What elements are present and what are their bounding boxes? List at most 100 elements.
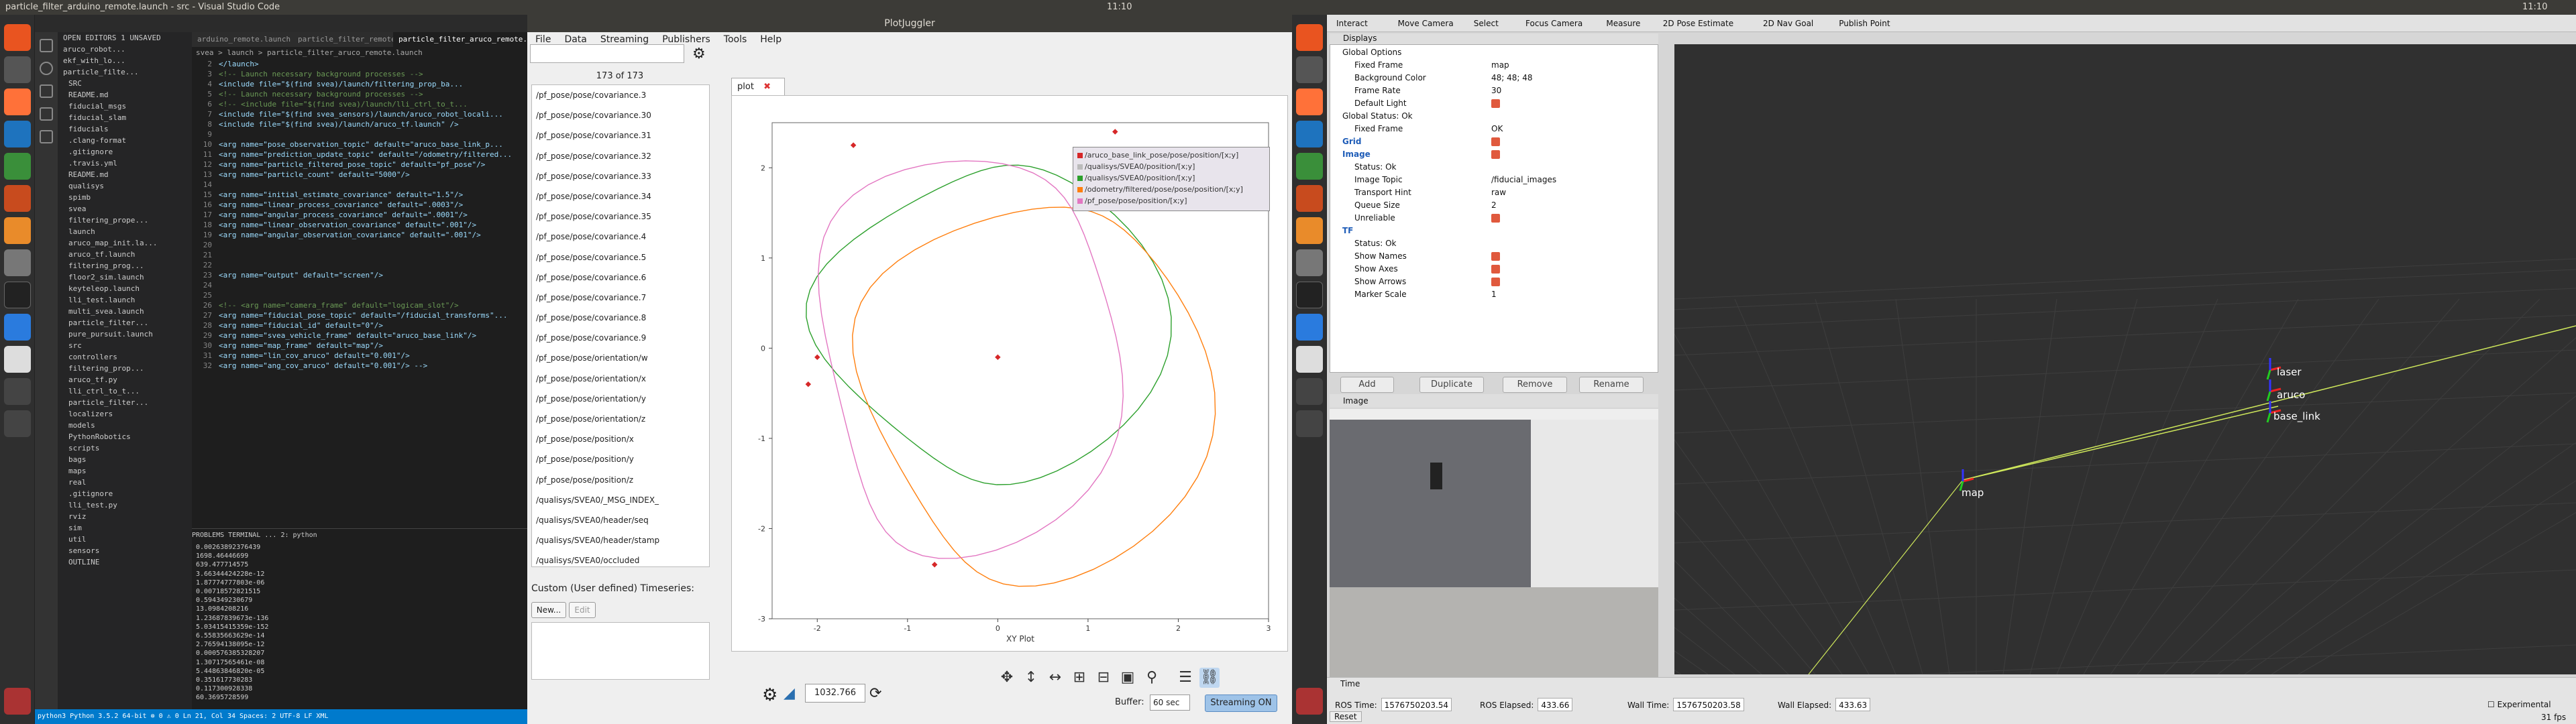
display-property-row[interactable]: Transport Hint raw — [1330, 186, 1646, 199]
display-property-row[interactable]: Grid — [1330, 135, 1646, 148]
sidebar-item[interactable]: aruco_tf.launch — [58, 249, 192, 260]
code-line[interactable]: <!-- <include file="$(find svea)/launch/… — [219, 99, 468, 109]
writer-icon[interactable] — [1296, 121, 1323, 147]
display-property-row[interactable]: Status: Ok — [1330, 161, 1646, 174]
code-editor[interactable]: 2 </launch> 3 <!-- Launch necessary backgro… — [192, 59, 527, 522]
sidebar-item[interactable]: aruco_robot... — [58, 44, 192, 55]
display-property-row[interactable]: Frame Rate 30 — [1330, 84, 1646, 97]
gear-icon[interactable]: ⚙ — [692, 46, 706, 62]
sidebar-item[interactable]: localizers — [58, 408, 192, 420]
property-value[interactable]: 30 — [1491, 84, 1501, 97]
save-layout-icon[interactable]: ▣ — [1118, 668, 1138, 688]
firefox-icon[interactable] — [4, 88, 31, 115]
sidebar-item[interactable]: real — [58, 477, 192, 488]
sidebar-item[interactable]: .gitignore — [58, 146, 192, 158]
panel-tabs[interactable]: PROBLEMS TERMINAL ... 2: python — [192, 528, 527, 542]
tool-measure[interactable]: Measure — [1606, 15, 1640, 32]
reset-button[interactable]: Reset — [1330, 711, 1362, 722]
edit-button[interactable]: Edit — [569, 602, 596, 618]
terminal-icon[interactable] — [1296, 282, 1323, 308]
timeseries-item[interactable]: /pf_pose/pose/covariance.34 — [532, 186, 709, 206]
timeseries-item[interactable]: /pf_pose/pose/position/z — [532, 470, 709, 490]
trash-icon[interactable] — [4, 688, 31, 715]
close-tab-icon[interactable]: ✖ — [763, 82, 771, 92]
timeseries-item[interactable]: /pf_pose/pose/covariance.8 — [532, 308, 709, 328]
code-line[interactable]: <include file="$(find svea_sensors)/laun… — [219, 109, 503, 119]
link-icon[interactable]: ⛓ — [1199, 668, 1220, 688]
remove-button[interactable]: Remove — [1503, 377, 1567, 393]
list-icon[interactable]: ☰ — [1175, 668, 1195, 688]
tab-arduino-remote[interactable]: arduino_remote.launch — [192, 32, 292, 47]
property-value[interactable]: raw — [1491, 186, 1506, 199]
sidebar-item[interactable]: aruco_tf.py — [58, 374, 192, 385]
code-line[interactable]: <!-- Launch necessary background process… — [219, 69, 423, 79]
checkbox-checked[interactable] — [1491, 150, 1500, 159]
code-line[interactable]: <arg name="pose_observation_topic" defau… — [219, 139, 503, 149]
sidebar-item[interactable]: particle_filte... — [58, 66, 192, 78]
timeseries-item[interactable]: /pf_pose/pose/position/x — [532, 429, 709, 449]
checkbox-checked[interactable] — [1491, 252, 1500, 261]
display-property-row[interactable]: Default Light — [1330, 97, 1646, 110]
sidebar-item[interactable]: lli_test.py — [58, 499, 192, 511]
sidebar-item[interactable]: keyteleop.launch — [58, 283, 192, 294]
display-property-row[interactable]: Fixed Frame map — [1330, 59, 1646, 72]
source-control-icon[interactable] — [40, 84, 53, 98]
checkbox-checked[interactable] — [1491, 214, 1500, 223]
menu-file[interactable]: File — [535, 34, 551, 45]
legend-entry[interactable]: /odometry/filtered/pose/pose/position/[x… — [1077, 184, 1265, 195]
sidebar-item[interactable]: lli_ctrl_to_t... — [58, 385, 192, 397]
sidebar-item[interactable]: ekf_with_lo... — [58, 55, 192, 66]
display-property-row[interactable]: Global Status: Ok — [1330, 110, 1646, 123]
settings-icon[interactable] — [1296, 249, 1323, 276]
legend-entry[interactable]: /qualisys/SVEA0/position/[x;y] — [1077, 172, 1265, 184]
menu-publishers[interactable]: Publishers — [662, 34, 710, 45]
code-line[interactable]: <include file="$(find svea)/launch/filte… — [219, 79, 463, 89]
legend-entry[interactable]: /pf_pose/pose/position/[x;y] — [1077, 195, 1265, 206]
sidebar-item[interactable]: fiducial_msgs — [58, 101, 192, 112]
timeseries-item[interactable]: /qualisys/SVEA0/header/stamp — [532, 530, 709, 550]
experimental-checkbox[interactable]: ☐ Experimental — [2487, 698, 2551, 711]
timeseries-item[interactable]: /qualisys/SVEA0/header/seq — [532, 510, 709, 530]
debug-icon[interactable] — [40, 107, 53, 121]
zoom-xy-icon[interactable]: ✥ — [997, 668, 1017, 688]
terminal-icon[interactable] — [4, 282, 31, 308]
sidebar-item[interactable]: filtering_prog... — [58, 260, 192, 272]
tab-plot[interactable]: plot ✖ — [731, 78, 785, 95]
3d-viewport[interactable]: laser aruco base_link map — [1674, 44, 2576, 674]
streaming-toggle-button[interactable]: Streaming ON — [1205, 695, 1277, 712]
sidebar-item[interactable]: util — [58, 534, 192, 545]
split-horizontal-icon[interactable]: ⊞ — [1069, 668, 1089, 688]
timeseries-item[interactable]: /pf_pose/pose/covariance.33 — [532, 166, 709, 186]
display-property-row[interactable]: Unreliable — [1330, 212, 1646, 225]
timeseries-item[interactable]: /pf_pose/pose/orientation/z — [532, 409, 709, 429]
sidebar-item[interactable]: qualisys — [58, 180, 192, 192]
display-property-row[interactable]: Fixed Frame OK — [1330, 123, 1646, 135]
files-icon[interactable] — [4, 56, 31, 83]
legend-entry[interactable]: /aruco_base_link_pose/pose/position/[x;y… — [1077, 149, 1265, 161]
sidebar-item[interactable]: src — [58, 340, 192, 351]
calc-icon[interactable] — [4, 153, 31, 180]
sidebar-item[interactable]: scripts — [58, 442, 192, 454]
sidebar-item[interactable]: particle_filter... — [58, 317, 192, 328]
code-line[interactable]: <arg name="prediction_update_topic" defa… — [219, 149, 512, 160]
code-line[interactable]: <arg name="particle_filtered_pose_topic"… — [219, 160, 485, 170]
legend-icon[interactable]: ⚲ — [1142, 668, 1162, 688]
rviz-icon[interactable] — [1296, 378, 1323, 405]
timeseries-item[interactable]: /pf_pose/pose/orientation/w — [532, 348, 709, 368]
add-display-button[interactable]: Add — [1340, 377, 1394, 393]
checkbox-checked[interactable] — [1491, 265, 1500, 274]
tool-move-camera[interactable]: Move Camera — [1398, 15, 1454, 32]
calc-icon[interactable] — [1296, 153, 1323, 180]
property-value[interactable]: /fiducial_images — [1491, 174, 1556, 186]
software-icon[interactable] — [4, 217, 31, 244]
timeseries-item[interactable]: /pf_pose/pose/covariance.31 — [532, 125, 709, 145]
rename-button[interactable]: Rename — [1579, 377, 1644, 393]
sidebar-item[interactable]: fiducial_slam — [58, 112, 192, 123]
code-line[interactable]: <arg name="fiducial_pose_topic" default=… — [219, 310, 507, 320]
sidebar-item[interactable]: README.md — [58, 89, 192, 101]
menu-tools[interactable]: Tools — [724, 34, 747, 45]
sidebar-item[interactable]: particle_filter... — [58, 397, 192, 408]
sidebar-item[interactable]: sim — [58, 522, 192, 534]
timeseries-item[interactable]: /pf_pose/pose/covariance.5 — [532, 247, 709, 267]
timeseries-item[interactable]: /pf_pose/pose/covariance.35 — [532, 206, 709, 227]
